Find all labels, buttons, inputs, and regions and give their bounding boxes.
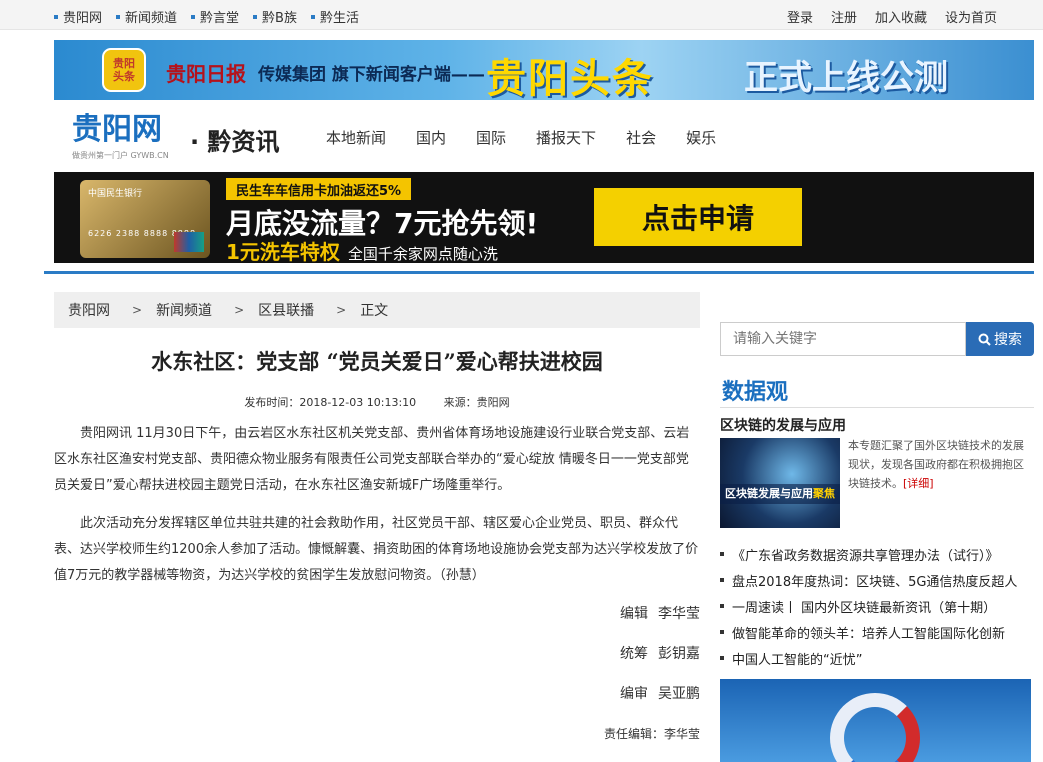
search-input[interactable] xyxy=(720,322,966,356)
nav-local-news[interactable]: 本地新闻 xyxy=(326,127,386,148)
channel-title: · 黔资讯 xyxy=(190,128,280,156)
credit-card-image: 中国民生银行 6226 2388 8888 8888 xyxy=(80,180,210,258)
topic-summary: 本专题汇聚了国外区块链技术的发展现状，发现各国政府都在积极拥抱区块链技术。[详细… xyxy=(848,439,1024,490)
list-item[interactable]: 盘点2018年度热词：区块链、5G通信热度反超人 xyxy=(720,567,1034,593)
chevron-right-icon: > xyxy=(234,303,245,317)
top-link-qyt[interactable]: 黔言堂 xyxy=(191,7,239,26)
nav-entertainment[interactable]: 娱乐 xyxy=(686,127,716,148)
bullet-icon xyxy=(253,14,258,19)
bullet-icon xyxy=(54,14,58,19)
breadcrumb: 贵阳网 > 新闻频道 > 区县联播 > 正文 xyxy=(54,292,700,328)
list-item[interactable]: 《广东省政务数据资源共享管理办法（试行）》 xyxy=(720,541,1034,567)
bullet-icon xyxy=(720,656,724,660)
breadcrumb-district[interactable]: 区县联播 xyxy=(258,300,314,320)
bullet-icon xyxy=(720,604,724,608)
search-box: 搜索 xyxy=(720,322,1034,356)
section-title: 数据观 xyxy=(722,380,789,405)
bullet-icon xyxy=(720,578,724,582)
topic-image[interactable]: 区块链发展与应用聚焦 xyxy=(720,438,840,528)
logo-ring-icon xyxy=(830,693,920,762)
editor-credit: 编辑 李华莹 xyxy=(620,606,700,622)
top-nav-left: 贵阳网 新闻频道 黔言堂 黔B族 黔生活 xyxy=(54,7,373,26)
publish-time: 发布时间：2018-12-03 10:13:10 xyxy=(244,396,417,409)
bullet-icon xyxy=(191,14,196,19)
top-nav-right: 登录 注册 加入收藏 设为首页 xyxy=(769,7,997,26)
reviewer-credit: 编审 吴亚鹏 xyxy=(620,686,700,702)
app-launch-banner[interactable]: 贵阳 头条 贵阳日报 传媒集团 旗下新闻客户端—— 贵阳头条 正式上线公测 xyxy=(54,40,1034,100)
site-header: 贵阳网 做贵州第一门户 GYWB.CN · 黔资讯 本地新闻 国内 国际 播报天… xyxy=(54,108,1034,166)
header-divider xyxy=(44,271,1034,274)
nav-society[interactable]: 社会 xyxy=(626,127,656,148)
nav-broadcast[interactable]: 播报天下 xyxy=(536,127,596,148)
bullet-icon xyxy=(720,630,724,634)
news-list: 《广东省政务数据资源共享管理办法（试行）》 盘点2018年度热词：区块链、5G通… xyxy=(720,541,1034,671)
top-bar: 贵阳网 新闻频道 黔言堂 黔B族 黔生活 登录 注册 加入收藏 设为首页 xyxy=(0,0,1043,30)
sidebar-promo-image[interactable] xyxy=(720,679,1031,762)
app-icon: 贵阳 头条 xyxy=(102,48,146,92)
breadcrumb-news[interactable]: 新闻频道 xyxy=(156,300,212,320)
nav-international[interactable]: 国际 xyxy=(476,127,506,148)
article-paragraph-2: 此次活动充分发挥辖区单位共驻共建的社会救助作用，社区党员干部、辖区爱心企业党员、… xyxy=(54,516,699,583)
nav-domestic[interactable]: 国内 xyxy=(416,127,446,148)
top-link-news[interactable]: 新闻频道 xyxy=(116,7,177,26)
list-item[interactable]: 做智能革命的领头羊：培养人工智能国际化创新 xyxy=(720,619,1034,645)
article-paragraph-1: 贵阳网讯 11月30日下午，由云岩区水东社区机关党支部、贵州省体育场地设施建设行… xyxy=(54,426,690,493)
planner-credit: 统筹 彭钥嘉 xyxy=(620,646,700,662)
breadcrumb-current: 正文 xyxy=(360,303,389,319)
top-link-qbz[interactable]: 黔B族 xyxy=(253,7,297,26)
top-link-gyw[interactable]: 贵阳网 xyxy=(54,7,102,26)
search-button[interactable]: 搜索 xyxy=(966,322,1034,356)
bookmark-link[interactable]: 加入收藏 xyxy=(875,7,927,26)
list-item[interactable]: 一周速读丨 国内外区块链最新资讯（第十期） xyxy=(720,593,1034,619)
site-logo[interactable]: 贵阳网 做贵州第一门户 GYWB.CN xyxy=(72,112,184,162)
article-title: 水东社区：党支部 “党员关爱日”爱心帮扶进校园 xyxy=(151,349,603,374)
banner-paper-name: 贵阳日报 xyxy=(166,62,246,86)
apply-button[interactable]: 点击申请 xyxy=(594,188,802,246)
bullet-icon xyxy=(720,552,724,556)
list-item[interactable]: 中国人工智能的“近忧” xyxy=(720,645,1034,671)
bullet-icon xyxy=(116,14,121,19)
top-link-qsh[interactable]: 黔生活 xyxy=(310,7,359,26)
search-icon xyxy=(978,333,991,346)
credit-card-ad-banner[interactable]: 中国民生银行 6226 2388 8888 8888 民生车车信用卡加油返还5%… xyxy=(54,172,1034,263)
register-link[interactable]: 注册 xyxy=(831,7,857,26)
responsible-editor: 责任编辑：李华莹 xyxy=(603,727,700,741)
banner-beta-text: 正式上线公测 xyxy=(744,58,948,98)
unionpay-icon xyxy=(174,232,204,252)
ad-line-1: 民生车车信用卡加油返还5% xyxy=(226,178,412,200)
article-source: 来源：贵阳网 xyxy=(443,396,510,409)
article-meta: 发布时间：2018-12-03 10:13:10 来源：贵阳网 xyxy=(54,394,700,410)
login-link[interactable]: 登录 xyxy=(787,7,813,26)
breadcrumb-home[interactable]: 贵阳网 xyxy=(68,300,110,320)
topic-title-link[interactable]: 区块链的发展与应用 xyxy=(720,415,846,435)
set-homepage-link[interactable]: 设为首页 xyxy=(945,7,997,26)
banner-group-text: 传媒集团 旗下新闻客户端—— xyxy=(258,65,485,85)
section-header: 数据观 xyxy=(720,368,1034,408)
topic-image-label: 区块链发展与应用聚焦 xyxy=(720,484,840,504)
main-nav: 本地新闻 国内 国际 播报天下 社会 娱乐 xyxy=(326,127,746,148)
ad-line-3: 1元洗车特权 全国千余家网点随心洗 xyxy=(226,240,498,263)
topic-more-link[interactable]: [详细] xyxy=(903,477,934,490)
banner-app-name: 贵阳头条 xyxy=(486,56,654,100)
chevron-right-icon: > xyxy=(336,303,347,317)
bullet-icon xyxy=(310,14,315,19)
chevron-right-icon: > xyxy=(132,303,143,317)
